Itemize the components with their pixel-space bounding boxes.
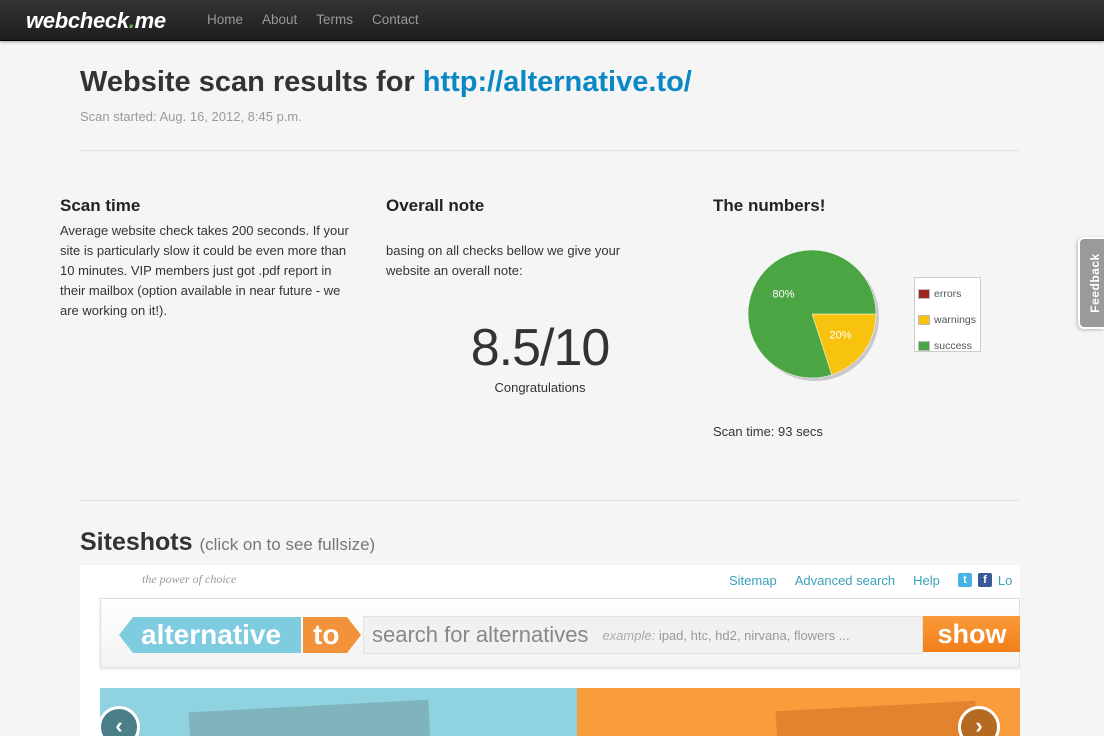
- pie-label-success: 80%: [773, 288, 795, 300]
- shot-search-bar: alternative to search for alternatives e…: [100, 598, 1020, 668]
- overall-note-score: 8.5/10: [470, 319, 611, 377]
- shot-banner-right: ›: [577, 688, 1020, 736]
- feedback-tab[interactable]: Feedback: [1078, 237, 1104, 329]
- shot-link-help[interactable]: Help: [913, 573, 940, 588]
- nav-contact[interactable]: Contact: [372, 12, 419, 27]
- shot-logo-to: to: [303, 617, 361, 653]
- numbers-title: The numbers!: [713, 196, 826, 215]
- nav-about[interactable]: About: [262, 12, 297, 27]
- shot-banner-left: ‹: [98, 688, 577, 736]
- shot-search-placeholder: search for alternatives: [372, 622, 589, 647]
- legend-swatch-errors: [918, 289, 930, 299]
- shot-banner-card-right: [775, 700, 979, 736]
- pie-svg: 20% 80%: [747, 249, 879, 381]
- legend-swatch-warnings: [918, 315, 930, 325]
- pie-legend: errors warnings success: [914, 277, 981, 352]
- shot-tagline: the power of choice: [142, 572, 237, 586]
- shot-search-example: example: ipad, htc, hd2, nirvana, flower…: [602, 628, 849, 643]
- overall-note-text: basing on all checks bellow we give your…: [386, 243, 621, 278]
- chevron-right-icon[interactable]: ›: [958, 706, 1000, 736]
- siteshot-preview[interactable]: the power of choice Sitemap Advanced sea…: [80, 565, 1020, 736]
- scanned-url-link[interactable]: http://alternative.to/: [423, 66, 692, 98]
- top-navbar: webcheck.me Home About Terms Contact: [0, 0, 1104, 41]
- legend-label-warnings: warnings: [934, 314, 977, 326]
- scan-time-title: Scan time: [60, 196, 141, 215]
- page-title: Website scan results for http://alternat…: [80, 66, 692, 99]
- shot-banner-card-left: [188, 699, 432, 736]
- shot-show-button[interactable]: show: [923, 616, 1020, 652]
- chevron-left-icon[interactable]: ‹: [98, 706, 140, 736]
- siteshots-heading: Siteshots: [80, 528, 193, 556]
- results-pie-chart: 20% 80%: [740, 244, 890, 394]
- legend-item-errors: errors: [918, 281, 977, 307]
- legend-label-errors: errors: [934, 288, 962, 300]
- feedback-label: Feedback: [1088, 253, 1102, 313]
- facebook-icon[interactable]: f: [977, 573, 992, 587]
- shot-example-label: example:: [602, 627, 656, 643]
- page-title-prefix: Website scan results for: [80, 66, 415, 98]
- legend-item-warnings: warnings: [918, 307, 977, 333]
- brand-logo[interactable]: webcheck.me: [26, 8, 166, 34]
- twitter-icon[interactable]: t: [957, 573, 972, 587]
- brand-tld: me: [134, 8, 167, 33]
- overall-note-verdict: Congratulations: [494, 380, 586, 395]
- shot-logo-alternative: alternative: [119, 617, 301, 653]
- scan-time-value: Scan time: 93 secs: [713, 424, 823, 439]
- shot-link-sitemap[interactable]: Sitemap: [729, 573, 777, 588]
- scan-time-text: Average website check takes 200 seconds.…: [60, 223, 349, 318]
- nav-home[interactable]: Home: [207, 12, 243, 27]
- shot-top-links: Sitemap Advanced search Help t f Lo: [729, 573, 1020, 588]
- overall-note-title: Overall note: [386, 196, 485, 215]
- pie-label-warnings: 20%: [829, 330, 851, 342]
- scan-started-text: Scan started: Aug. 16, 2012, 8:45 p.m.: [80, 109, 302, 124]
- siteshots-hint: (click on to see fullsize): [199, 535, 376, 554]
- legend-item-success: success: [918, 333, 977, 359]
- nav-links: Home About Terms Contact: [207, 12, 438, 27]
- shot-example-text: ipad, htc, hd2, nirvana, flowers ...: [658, 627, 850, 643]
- nav-terms[interactable]: Terms: [316, 12, 353, 27]
- siteshots-title: Siteshots (click on to see fullsize): [80, 528, 375, 557]
- divider-top: [80, 150, 1020, 151]
- legend-label-success: success: [934, 340, 972, 352]
- shot-link-login[interactable]: Lo: [998, 573, 1012, 588]
- brand-main: webcheck: [26, 8, 129, 33]
- divider-middle: [80, 500, 1020, 501]
- shot-search-input[interactable]: search for alternatives example: ipad, h…: [363, 616, 923, 654]
- shot-link-advanced-search[interactable]: Advanced search: [795, 573, 895, 588]
- legend-swatch-success: [918, 341, 930, 351]
